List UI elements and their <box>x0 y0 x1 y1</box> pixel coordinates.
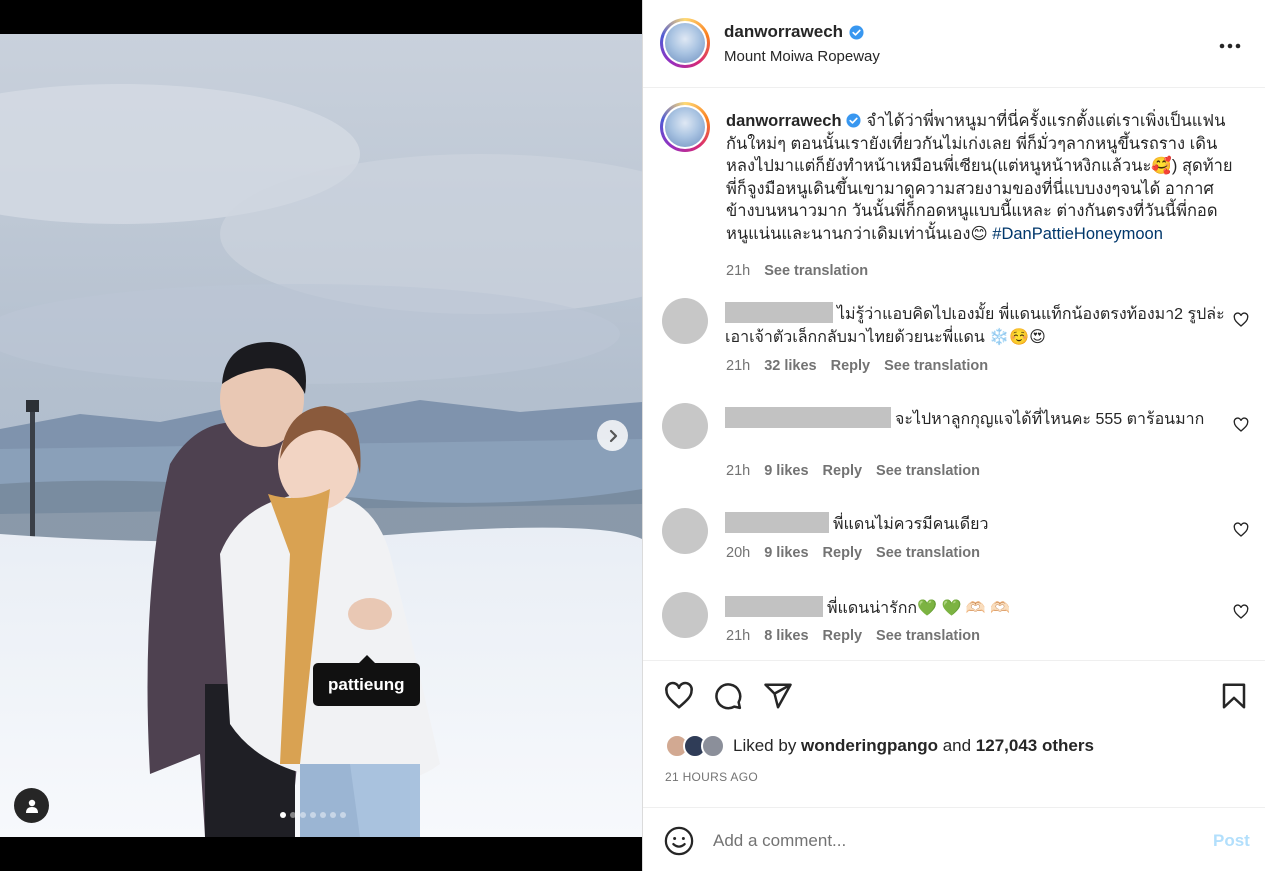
comment-likes[interactable]: 8 likes <box>764 628 808 644</box>
post-details-panel: danworrawech Mount Moiwa Ropeway danworr… <box>642 0 1265 871</box>
share-icon[interactable] <box>763 681 793 711</box>
post-actions: Liked by wonderingpango and 127,043 othe… <box>643 660 1265 808</box>
comment-time: 21h <box>726 463 751 479</box>
user-tag-tooltip[interactable]: pattieung <box>313 655 420 706</box>
comment-reply-button[interactable]: Reply <box>823 628 863 644</box>
comment-reply-button[interactable]: Reply <box>823 545 863 561</box>
author-username[interactable]: danworrawech <box>724 22 864 42</box>
post-timestamp[interactable]: 21 HOURS AGO <box>665 770 758 784</box>
user-tag-label: pattieung <box>328 674 405 694</box>
comment-meta: 21h 8 likes Reply See translation <box>726 628 980 644</box>
comment-meta: 21h 32 likes Reply See translation <box>726 358 988 374</box>
commenter-avatar[interactable] <box>662 298 708 344</box>
liked-by-row: Liked by wonderingpango and 127,043 othe… <box>665 734 1094 758</box>
comment-time: 21h <box>726 628 751 644</box>
bookmark-icon[interactable] <box>1219 681 1249 711</box>
comment-icon[interactable] <box>713 681 743 711</box>
comment-time: 21h <box>726 358 751 374</box>
user-icon <box>25 799 38 813</box>
comment-likes[interactable]: 9 likes <box>764 545 808 561</box>
comment-text-block: จะไปหาลูกกุญแจได้ที่ไหนคะ 555 ตาร้อนมาก <box>725 407 1225 431</box>
liked-by-user[interactable]: wonderingpango <box>801 736 938 755</box>
instagram-post-modal: pattieung danworrawech Mount Moiwa Ropew… <box>0 0 1265 871</box>
commenter-avatar[interactable] <box>662 403 708 449</box>
comment-likes[interactable]: 32 likes <box>764 358 816 374</box>
comment-meta: 21h 9 likes Reply See translation <box>726 463 980 479</box>
comment-like-heart-icon[interactable] <box>1233 604 1249 620</box>
more-options-button[interactable] <box>1219 32 1241 55</box>
liked-by-prefix: Liked by <box>733 736 802 755</box>
likes-count[interactable]: 127,043 others <box>976 736 1094 755</box>
comment-meta: 20h 9 likes Reply See translation <box>726 545 980 561</box>
author-username-text: danworrawech <box>724 22 844 41</box>
caption-body: จำได้ว่าพี่พาหนูมาที่นี่ครั้งแรกตั้งแต่เ… <box>726 112 1233 243</box>
comment-body: จะไปหาลูกกุญแจได้ที่ไหนคะ 555 ตาร้อนมาก <box>895 411 1205 428</box>
commenter-avatar[interactable] <box>662 508 708 554</box>
post-photo[interactable] <box>0 34 642 837</box>
comment-see-translation[interactable]: See translation <box>876 545 980 561</box>
caption-hashtag[interactable]: #DanPattieHoneymoon <box>992 225 1163 243</box>
comment-reply-button[interactable]: Reply <box>831 358 871 374</box>
caption-username[interactable]: danworrawech <box>726 112 842 130</box>
caption-time: 21h <box>726 263 751 279</box>
comment-see-translation[interactable]: See translation <box>884 358 988 374</box>
photo-illustration <box>0 34 642 837</box>
comment-like-heart-icon[interactable] <box>1233 312 1249 328</box>
carousel-dot <box>280 812 286 818</box>
carousel-dot <box>300 812 306 818</box>
carousel-dot <box>330 812 336 818</box>
carousel-dot <box>340 812 346 818</box>
comment-like-heart-icon[interactable] <box>1233 417 1249 433</box>
liked-by-text: Liked by wonderingpango and 127,043 othe… <box>733 736 1094 756</box>
commenter-username-redacted[interactable] <box>725 512 829 533</box>
comment-see-translation[interactable]: See translation <box>876 463 980 479</box>
media-panel: pattieung <box>0 0 642 871</box>
tagged-users-button[interactable] <box>14 788 49 823</box>
emoji-icon[interactable] <box>664 826 694 856</box>
caption-see-translation[interactable]: See translation <box>764 260 868 283</box>
location-link[interactable]: Mount Moiwa Ropeway <box>724 48 880 65</box>
caption-text-block: danworrawech จำได้ว่าพี่พาหนูมาที่นี่ครั้… <box>726 110 1236 283</box>
caption-meta: 21h See translation <box>726 260 1236 283</box>
comment-like-heart-icon[interactable] <box>1233 522 1249 538</box>
comment-text-block: พี่แดนน่ารักก💚 💚 🫶🏻 🫶🏻 <box>725 596 1225 620</box>
carousel-indicator <box>280 812 346 818</box>
comment-reply-button[interactable]: Reply <box>823 463 863 479</box>
add-comment-bar: Post <box>643 807 1265 871</box>
comment-see-translation[interactable]: See translation <box>876 628 980 644</box>
post-header: danworrawech Mount Moiwa Ropeway <box>643 0 1265 88</box>
more-horizontal-icon <box>1219 43 1241 49</box>
carousel-dot <box>290 812 296 818</box>
heart-icon[interactable] <box>664 681 694 711</box>
comment-body: พี่แดนน่ารักก💚 💚 🫶🏻 🫶🏻 <box>827 600 1011 617</box>
carousel-dot <box>320 812 326 818</box>
comment-text-block: ไม่รู้ว่าแอบคิดไปเองมั้ย พี่แดนแท็กน้องต… <box>725 302 1225 349</box>
commenter-username-redacted[interactable] <box>725 596 823 617</box>
commenter-username-redacted[interactable] <box>725 407 891 428</box>
comment-body: พี่แดนไม่ควรมีคนเดียว <box>833 516 989 533</box>
comment-input[interactable] <box>713 826 1183 856</box>
carousel-dot <box>310 812 316 818</box>
chevron-right-icon <box>609 429 617 442</box>
liked-by-and: and <box>937 736 976 755</box>
commenter-avatar[interactable] <box>662 592 708 638</box>
liker-avatar[interactable] <box>701 734 725 758</box>
comment-likes[interactable]: 9 likes <box>764 463 808 479</box>
author-avatar[interactable] <box>660 18 710 68</box>
post-comment-button[interactable]: Post <box>1213 831 1250 851</box>
commenter-username-redacted[interactable] <box>725 302 833 323</box>
verified-badge-icon <box>849 24 864 40</box>
verified-badge-icon <box>846 113 861 128</box>
comment-text-block: พี่แดนไม่ควรมีคนเดียว <box>725 512 1225 536</box>
comment-time: 20h <box>726 545 751 561</box>
next-photo-button[interactable] <box>597 420 628 451</box>
caption-author-avatar[interactable] <box>660 102 710 152</box>
